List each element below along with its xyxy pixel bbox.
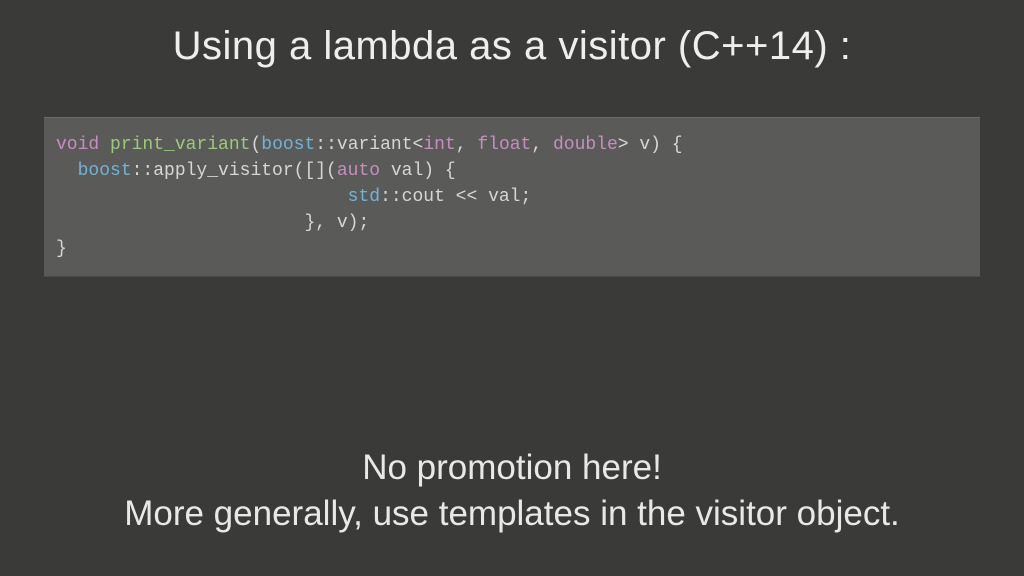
function-name: print_variant — [110, 135, 250, 155]
code-text: , — [531, 135, 553, 155]
code-text: ::variant< — [315, 135, 423, 155]
body-line-1: No promotion here! — [0, 445, 1024, 491]
code-text: ::apply_visitor([]( — [132, 161, 337, 181]
slide: Using a lambda as a visitor (C++14) : vo… — [0, 24, 1024, 576]
keyword-double: double — [553, 135, 618, 155]
code-text: ::cout << val; — [380, 187, 531, 207]
keyword-int: int — [423, 135, 455, 155]
code-line-5: } — [44, 236, 980, 262]
keyword-void: void — [56, 135, 99, 155]
code-text: val) { — [380, 161, 456, 181]
code-line-1: void print_variant(boost::variant<int, f… — [44, 132, 980, 158]
code-line-4: }, v); — [44, 210, 980, 236]
keyword-float: float — [477, 135, 531, 155]
code-line-2: boost::apply_visitor([](auto val) { — [44, 158, 980, 184]
namespace-boost: boost — [78, 161, 132, 181]
code-text: > v) { — [618, 135, 683, 155]
code-line-3: std::cout << val; — [44, 184, 980, 210]
slide-title: Using a lambda as a visitor (C++14) : — [0, 24, 1024, 69]
code-text — [99, 135, 110, 155]
body-line-2: More generally, use templates in the vis… — [0, 491, 1024, 537]
code-text: , — [456, 135, 478, 155]
code-text — [56, 187, 348, 207]
keyword-auto: auto — [337, 161, 380, 181]
namespace-boost: boost — [261, 135, 315, 155]
code-text — [56, 161, 78, 181]
code-text: ( — [250, 135, 261, 155]
code-block: void print_variant(boost::variant<int, f… — [44, 117, 980, 277]
code-text: }, v); — [56, 213, 369, 233]
namespace-std: std — [348, 187, 380, 207]
code-text: } — [56, 239, 67, 259]
body-text: No promotion here! More generally, use t… — [0, 445, 1024, 536]
